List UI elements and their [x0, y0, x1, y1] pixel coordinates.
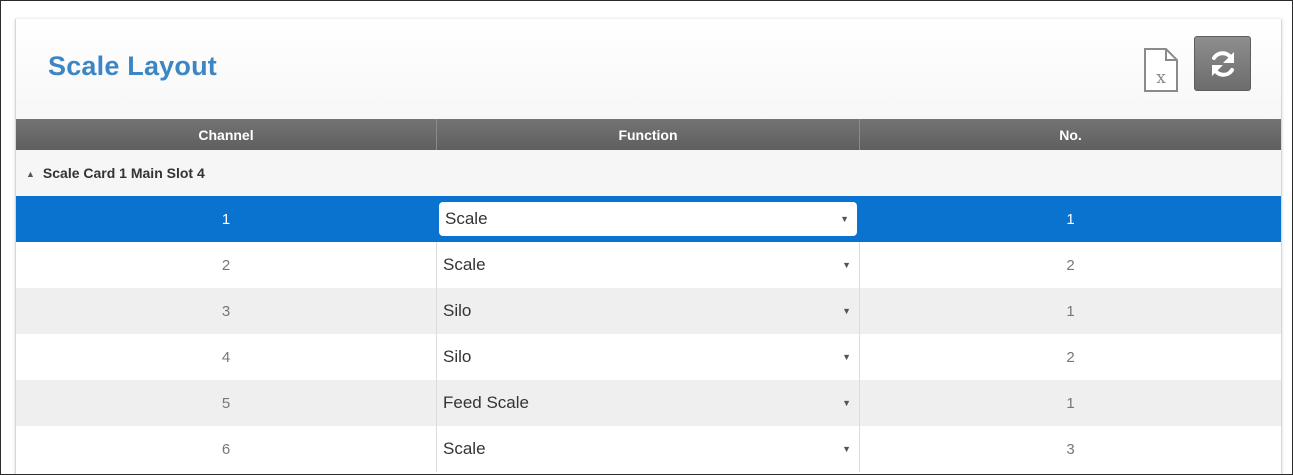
group-header[interactable]: ▲ Scale Card 1 Main Slot 4	[16, 150, 1281, 196]
function-cell: Scale ▼	[436, 196, 860, 242]
dropdown-arrow-icon: ▼	[842, 444, 851, 454]
number-cell: 1	[859, 288, 1281, 334]
channel-cell: 4	[16, 334, 437, 380]
channel-cell: 6	[16, 426, 437, 472]
function-select-value: Scale	[443, 439, 486, 458]
dropdown-arrow-icon: ▼	[842, 398, 851, 408]
collapse-triangle-icon[interactable]: ▲	[26, 169, 35, 179]
svg-text:x: x	[1156, 68, 1166, 88]
group-row[interactable]: ▲ Scale Card 1 Main Slot 4	[16, 150, 1281, 196]
function-select-value: Scale	[443, 255, 486, 274]
function-select[interactable]: Feed Scale ▼	[437, 380, 859, 426]
number-cell: 2	[859, 242, 1281, 288]
number-cell: 3	[859, 426, 1281, 472]
scale-layout-table: Channel Function No. ▲ Scale Card 1 Main …	[16, 119, 1281, 472]
function-select-value: Feed Scale	[443, 393, 529, 412]
excel-export-button[interactable]: x	[1141, 47, 1181, 93]
group-label: Scale Card 1 Main Slot 4	[42, 165, 205, 181]
channel-cell: 2	[16, 242, 437, 288]
table-row[interactable]: 4 Silo ▼ 2	[16, 334, 1281, 380]
function-cell: Scale ▼	[436, 242, 860, 288]
page-title: Scale Layout	[48, 51, 217, 81]
channel-cell: 1	[16, 196, 437, 242]
dropdown-arrow-icon: ▼	[842, 352, 851, 362]
dropdown-arrow-icon: ▼	[842, 260, 851, 270]
table-header-row: Channel Function No.	[16, 119, 1281, 150]
channel-cell: 3	[16, 288, 437, 334]
scale-layout-panel: Scale Layout x Channel Function No. ▲ Sc…	[15, 19, 1282, 474]
window-frame: Scale Layout x Channel Function No. ▲ Sc…	[0, 0, 1293, 475]
refresh-icon	[1211, 50, 1234, 77]
function-select[interactable]: Silo ▼	[437, 334, 859, 380]
number-cell: 1	[859, 196, 1281, 242]
function-select-value: Scale	[445, 209, 488, 228]
function-select-value: Silo	[443, 301, 472, 320]
dropdown-arrow-icon: ▼	[842, 306, 851, 316]
column-header-channel[interactable]: Channel	[16, 119, 437, 150]
function-select[interactable]: Silo ▼	[437, 288, 859, 334]
excel-export-icon: x	[1144, 48, 1178, 92]
table-row[interactable]: 6 Scale ▼ 3	[16, 426, 1281, 472]
function-select[interactable]: Scale ▼	[437, 242, 859, 288]
function-select[interactable]: Scale ▼	[437, 426, 859, 472]
channel-cell: 5	[16, 380, 437, 426]
function-cell: Silo ▼	[436, 288, 860, 334]
function-cell: Feed Scale ▼	[436, 380, 860, 426]
function-select[interactable]: Scale ▼	[439, 202, 857, 236]
panel-header: Scale Layout x	[16, 19, 1281, 119]
table-row[interactable]: 1 Scale ▼ 1	[16, 196, 1281, 242]
column-header-no[interactable]: No.	[859, 119, 1281, 150]
dropdown-arrow-icon: ▼	[840, 214, 849, 224]
function-cell: Scale ▼	[436, 426, 860, 472]
function-select-value: Silo	[443, 347, 472, 366]
column-header-function[interactable]: Function	[436, 119, 860, 150]
number-cell: 1	[859, 380, 1281, 426]
function-cell: Silo ▼	[436, 334, 860, 380]
refresh-button[interactable]	[1194, 36, 1251, 91]
number-cell: 2	[859, 334, 1281, 380]
table-row[interactable]: 3 Silo ▼ 1	[16, 288, 1281, 334]
table-row[interactable]: 2 Scale ▼ 2	[16, 242, 1281, 288]
table-row[interactable]: 5 Feed Scale ▼ 1	[16, 380, 1281, 426]
